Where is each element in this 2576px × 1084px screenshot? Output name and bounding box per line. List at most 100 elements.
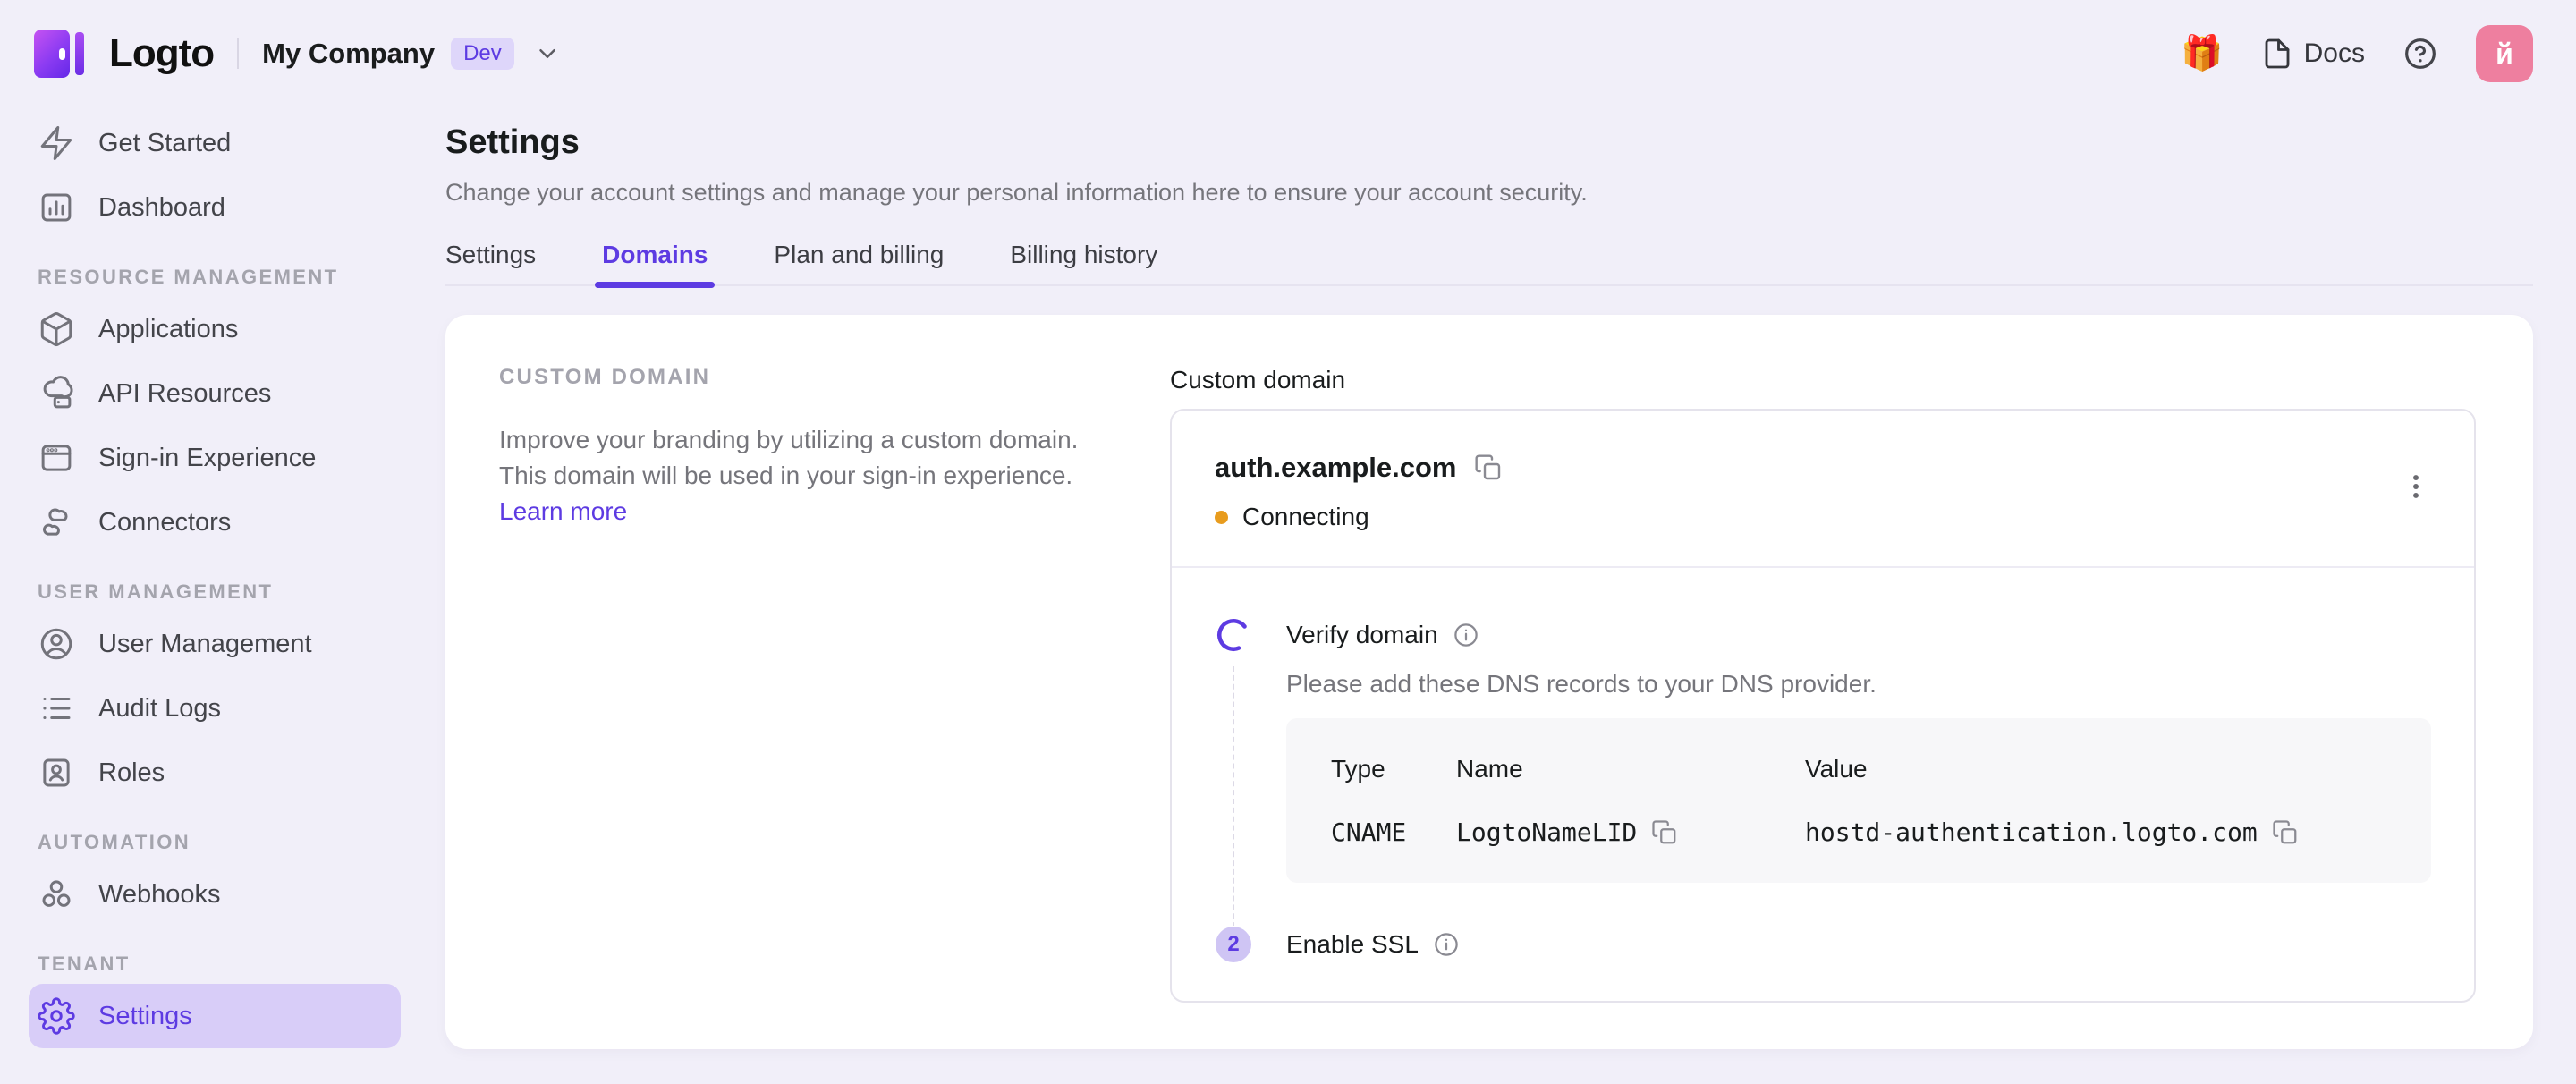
section-description-text: Improve your branding by utilizing a cus… (499, 426, 1078, 489)
avatar[interactable]: й (2476, 25, 2533, 82)
sidebar-item-label: Webhooks (98, 880, 221, 910)
copy-domain-icon[interactable] (1474, 453, 1503, 482)
lightning-icon (38, 124, 75, 162)
sidebar-section-resource-management: RESOURCE MANAGEMENT (0, 258, 429, 297)
domain-title-row: auth.example.com (1215, 450, 2401, 486)
env-badge: Dev (451, 38, 514, 70)
logo-handle-shape (59, 48, 65, 60)
tab-domains[interactable]: Domains (602, 240, 708, 284)
sidebar-item-roles[interactable]: Roles (29, 741, 401, 805)
sidebar-item-label: Audit Logs (98, 694, 221, 724)
sidebar-item-api-resources[interactable]: API Resources (29, 361, 401, 426)
custom-domain-form: Custom domain auth.example.com (1170, 365, 2476, 1003)
tab-billing-history[interactable]: Billing history (1010, 240, 1157, 284)
bar-chart-icon (38, 189, 75, 226)
help-icon[interactable] (2402, 36, 2438, 72)
tenant-name: My Company (262, 38, 435, 70)
step-enable-ssl: 2 Enable SSL (1215, 926, 2431, 963)
tab-settings[interactable]: Settings (445, 240, 536, 284)
topbar-divider (237, 38, 239, 69)
domains-panel: CUSTOM DOMAIN Improve your branding by u… (445, 315, 2533, 1049)
copy-name-icon[interactable] (1651, 819, 1678, 846)
dns-record-value-text: hostd-authentication.logto.com (1805, 817, 2258, 849)
info-icon[interactable] (1453, 622, 1479, 648)
dns-header-value: Value (1805, 754, 2388, 784)
domain-status: Connecting (1215, 502, 2401, 532)
dns-record-row: CNAME LogtoNameLID hostd-authenticatio (1331, 817, 2388, 849)
topbar-actions: 🎁 Docs й (2181, 25, 2533, 82)
verify-domain-title: Verify domain (1286, 616, 1438, 654)
page-description: Change your account settings and manage … (445, 177, 2533, 207)
dns-record-type: CNAME (1331, 817, 1456, 849)
info-icon[interactable] (1433, 931, 1460, 958)
sidebar-item-audit-logs[interactable]: Audit Logs (29, 676, 401, 741)
spinner-icon (1215, 616, 1252, 654)
sidebar-item-label: Dashboard (98, 193, 225, 223)
gear-icon (38, 997, 75, 1035)
sidebar-item-applications[interactable]: Applications (29, 297, 401, 361)
sidebar-item-label: User Management (98, 630, 312, 659)
custom-domain-field-label: Custom domain (1170, 365, 2476, 395)
docs-button[interactable]: Docs (2261, 38, 2365, 70)
page-title: Settings (445, 122, 2533, 163)
section-description: Improve your branding by utilizing a cus… (499, 422, 1080, 529)
sidebar-item-get-started[interactable]: Get Started (29, 111, 401, 175)
sidebar-item-sign-in-experience[interactable]: Sign-in Experience (29, 426, 401, 490)
sidebar-item-settings[interactable]: Settings (29, 984, 401, 1048)
custom-domain-intro: CUSTOM DOMAIN Improve your branding by u… (499, 365, 1080, 1003)
webhook-icon (38, 876, 75, 913)
sidebar-item-connectors[interactable]: Connectors (29, 490, 401, 555)
logto-brand[interactable]: Logto (34, 30, 214, 78)
tab-bar: Settings Domains Plan and billing Billin… (445, 240, 2533, 286)
domain-name: auth.example.com (1215, 450, 1456, 486)
kebab-menu-icon[interactable] (2401, 471, 2431, 502)
step-connector-line (1233, 666, 1234, 936)
status-dot-connecting (1215, 511, 1228, 524)
dns-record-value: hostd-authentication.logto.com (1805, 817, 2388, 849)
cloud-server-icon (38, 375, 75, 412)
domain-card-body: Verify domain Please add these DNS recor… (1172, 568, 2474, 1001)
domain-card-header: auth.example.com Connecting (1172, 411, 2474, 566)
enable-ssl-title-row: Enable SSL (1286, 926, 1460, 963)
browser-icon (38, 439, 75, 477)
domain-card: auth.example.com Connecting (1170, 409, 2476, 1003)
copy-value-icon[interactable] (2272, 819, 2299, 846)
setup-steps: Verify domain Please add these DNS recor… (1215, 616, 2431, 963)
sidebar-item-label: Get Started (98, 129, 231, 158)
sidebar-section-automation: AUTOMATION (0, 823, 429, 862)
sidebar-section-tenant: TENANT (0, 944, 429, 984)
status-label: Connecting (1242, 502, 1369, 532)
clouds-icon (38, 504, 75, 541)
dns-records-table: Type Name Value CNAME LogtoNameLID (1286, 718, 2431, 883)
chevron-down-icon (534, 40, 561, 67)
gift-icon[interactable]: 🎁 (2181, 37, 2223, 71)
sidebar-item-dashboard[interactable]: Dashboard (29, 175, 401, 240)
sidebar-item-label: API Resources (98, 379, 271, 409)
step-2-number: 2 (1216, 927, 1251, 962)
sidebar-item-label: Roles (98, 758, 165, 788)
logto-logo-icon (34, 30, 89, 78)
id-badge-icon (38, 754, 75, 792)
tab-plan-and-billing[interactable]: Plan and billing (774, 240, 944, 284)
app-layout: Get Started Dashboard RESOURCE MANAGEMEN… (0, 107, 2576, 1084)
logo-slab-shape (75, 32, 84, 75)
file-icon (2261, 38, 2293, 70)
sidebar-item-label: Settings (98, 1002, 192, 1031)
sidebar-section-user-management: USER MANAGEMENT (0, 572, 429, 612)
domain-info: auth.example.com Connecting (1215, 450, 2401, 532)
docs-label: Docs (2304, 38, 2365, 69)
dns-record-name-text: LogtoNameLID (1456, 817, 1637, 849)
dns-table-header-row: Type Name Value (1331, 754, 2388, 784)
tenant-selector[interactable]: My Company Dev (262, 38, 561, 70)
step-2-badge: 2 (1215, 926, 1252, 963)
sidebar: Get Started Dashboard RESOURCE MANAGEMEN… (0, 107, 429, 1084)
verify-domain-title-row: Verify domain (1286, 616, 1479, 654)
sidebar-item-label: Sign-in Experience (98, 444, 316, 473)
user-circle-icon (38, 625, 75, 663)
dns-header-name: Name (1456, 754, 1805, 784)
learn-more-link[interactable]: Learn more (499, 497, 627, 525)
section-title: CUSTOM DOMAIN (499, 365, 1080, 390)
main-content: Settings Change your account settings an… (429, 107, 2576, 1084)
sidebar-item-user-management[interactable]: User Management (29, 612, 401, 676)
sidebar-item-webhooks[interactable]: Webhooks (29, 862, 401, 927)
